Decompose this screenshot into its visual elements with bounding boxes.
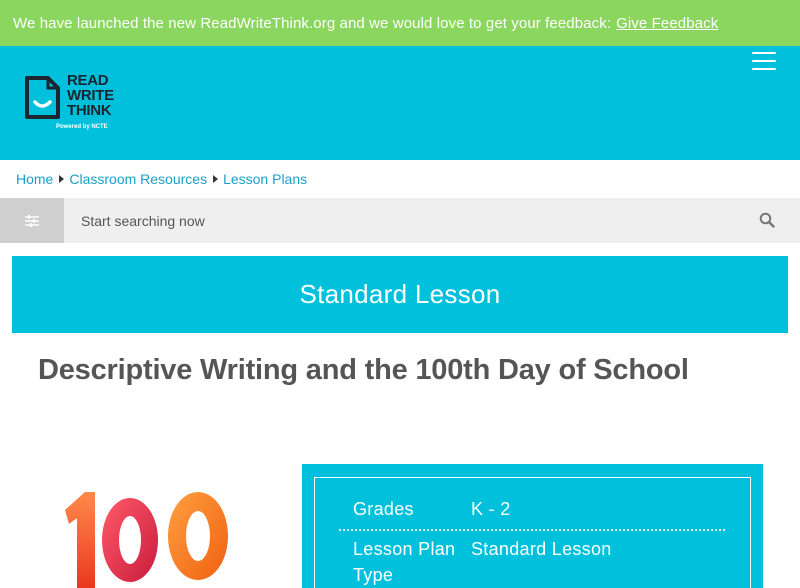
sliders-icon — [25, 214, 39, 227]
search-input[interactable] — [66, 198, 746, 243]
site-header: READ WRITE THINK Powered by NCTE — [0, 46, 800, 160]
balloons-100-image — [65, 492, 228, 588]
breadcrumb-home[interactable]: Home — [16, 171, 53, 187]
logo-tagline: Powered by NCTE — [56, 124, 108, 130]
lesson-info-box: Grades K - 2 Lesson Plan Type Standard L… — [314, 477, 751, 588]
lesson-type-banner: Standard Lesson — [12, 256, 788, 333]
lesson-info-panel: Grades K - 2 Lesson Plan Type Standard L… — [302, 464, 763, 588]
info-value: Standard Lesson — [471, 539, 612, 559]
search-bar — [0, 198, 800, 243]
breadcrumb-classroom-resources[interactable]: Classroom Resources — [69, 171, 207, 187]
readwritethink-logo[interactable]: READ WRITE THINK Powered by NCTE — [23, 73, 133, 143]
breadcrumb-arrow-icon — [213, 175, 219, 183]
feedback-banner: We have launched the new ReadWriteThink.… — [0, 0, 800, 46]
search-icon[interactable] — [759, 212, 775, 228]
info-value: K - 2 — [471, 499, 511, 519]
breadcrumb: Home Classroom Resources Lesson Plans — [16, 170, 307, 188]
breadcrumb-arrow-icon — [59, 175, 65, 183]
info-key: Lesson Plan Type — [353, 539, 456, 585]
feedback-banner-text: We have launched the new ReadWriteThink.… — [13, 14, 612, 32]
info-key: Grades — [353, 499, 414, 519]
filter-button[interactable] — [0, 198, 64, 243]
give-feedback-link[interactable]: Give Feedback — [616, 15, 718, 32]
hamburger-menu-icon[interactable] — [752, 46, 778, 70]
info-divider — [339, 529, 725, 531]
breadcrumb-lesson-plans[interactable]: Lesson Plans — [223, 171, 307, 187]
logo-face-icon — [25, 76, 60, 119]
page-title: Descriptive Writing and the 100th Day of… — [38, 354, 689, 386]
logo-wordmark: READ WRITE THINK — [67, 72, 114, 119]
